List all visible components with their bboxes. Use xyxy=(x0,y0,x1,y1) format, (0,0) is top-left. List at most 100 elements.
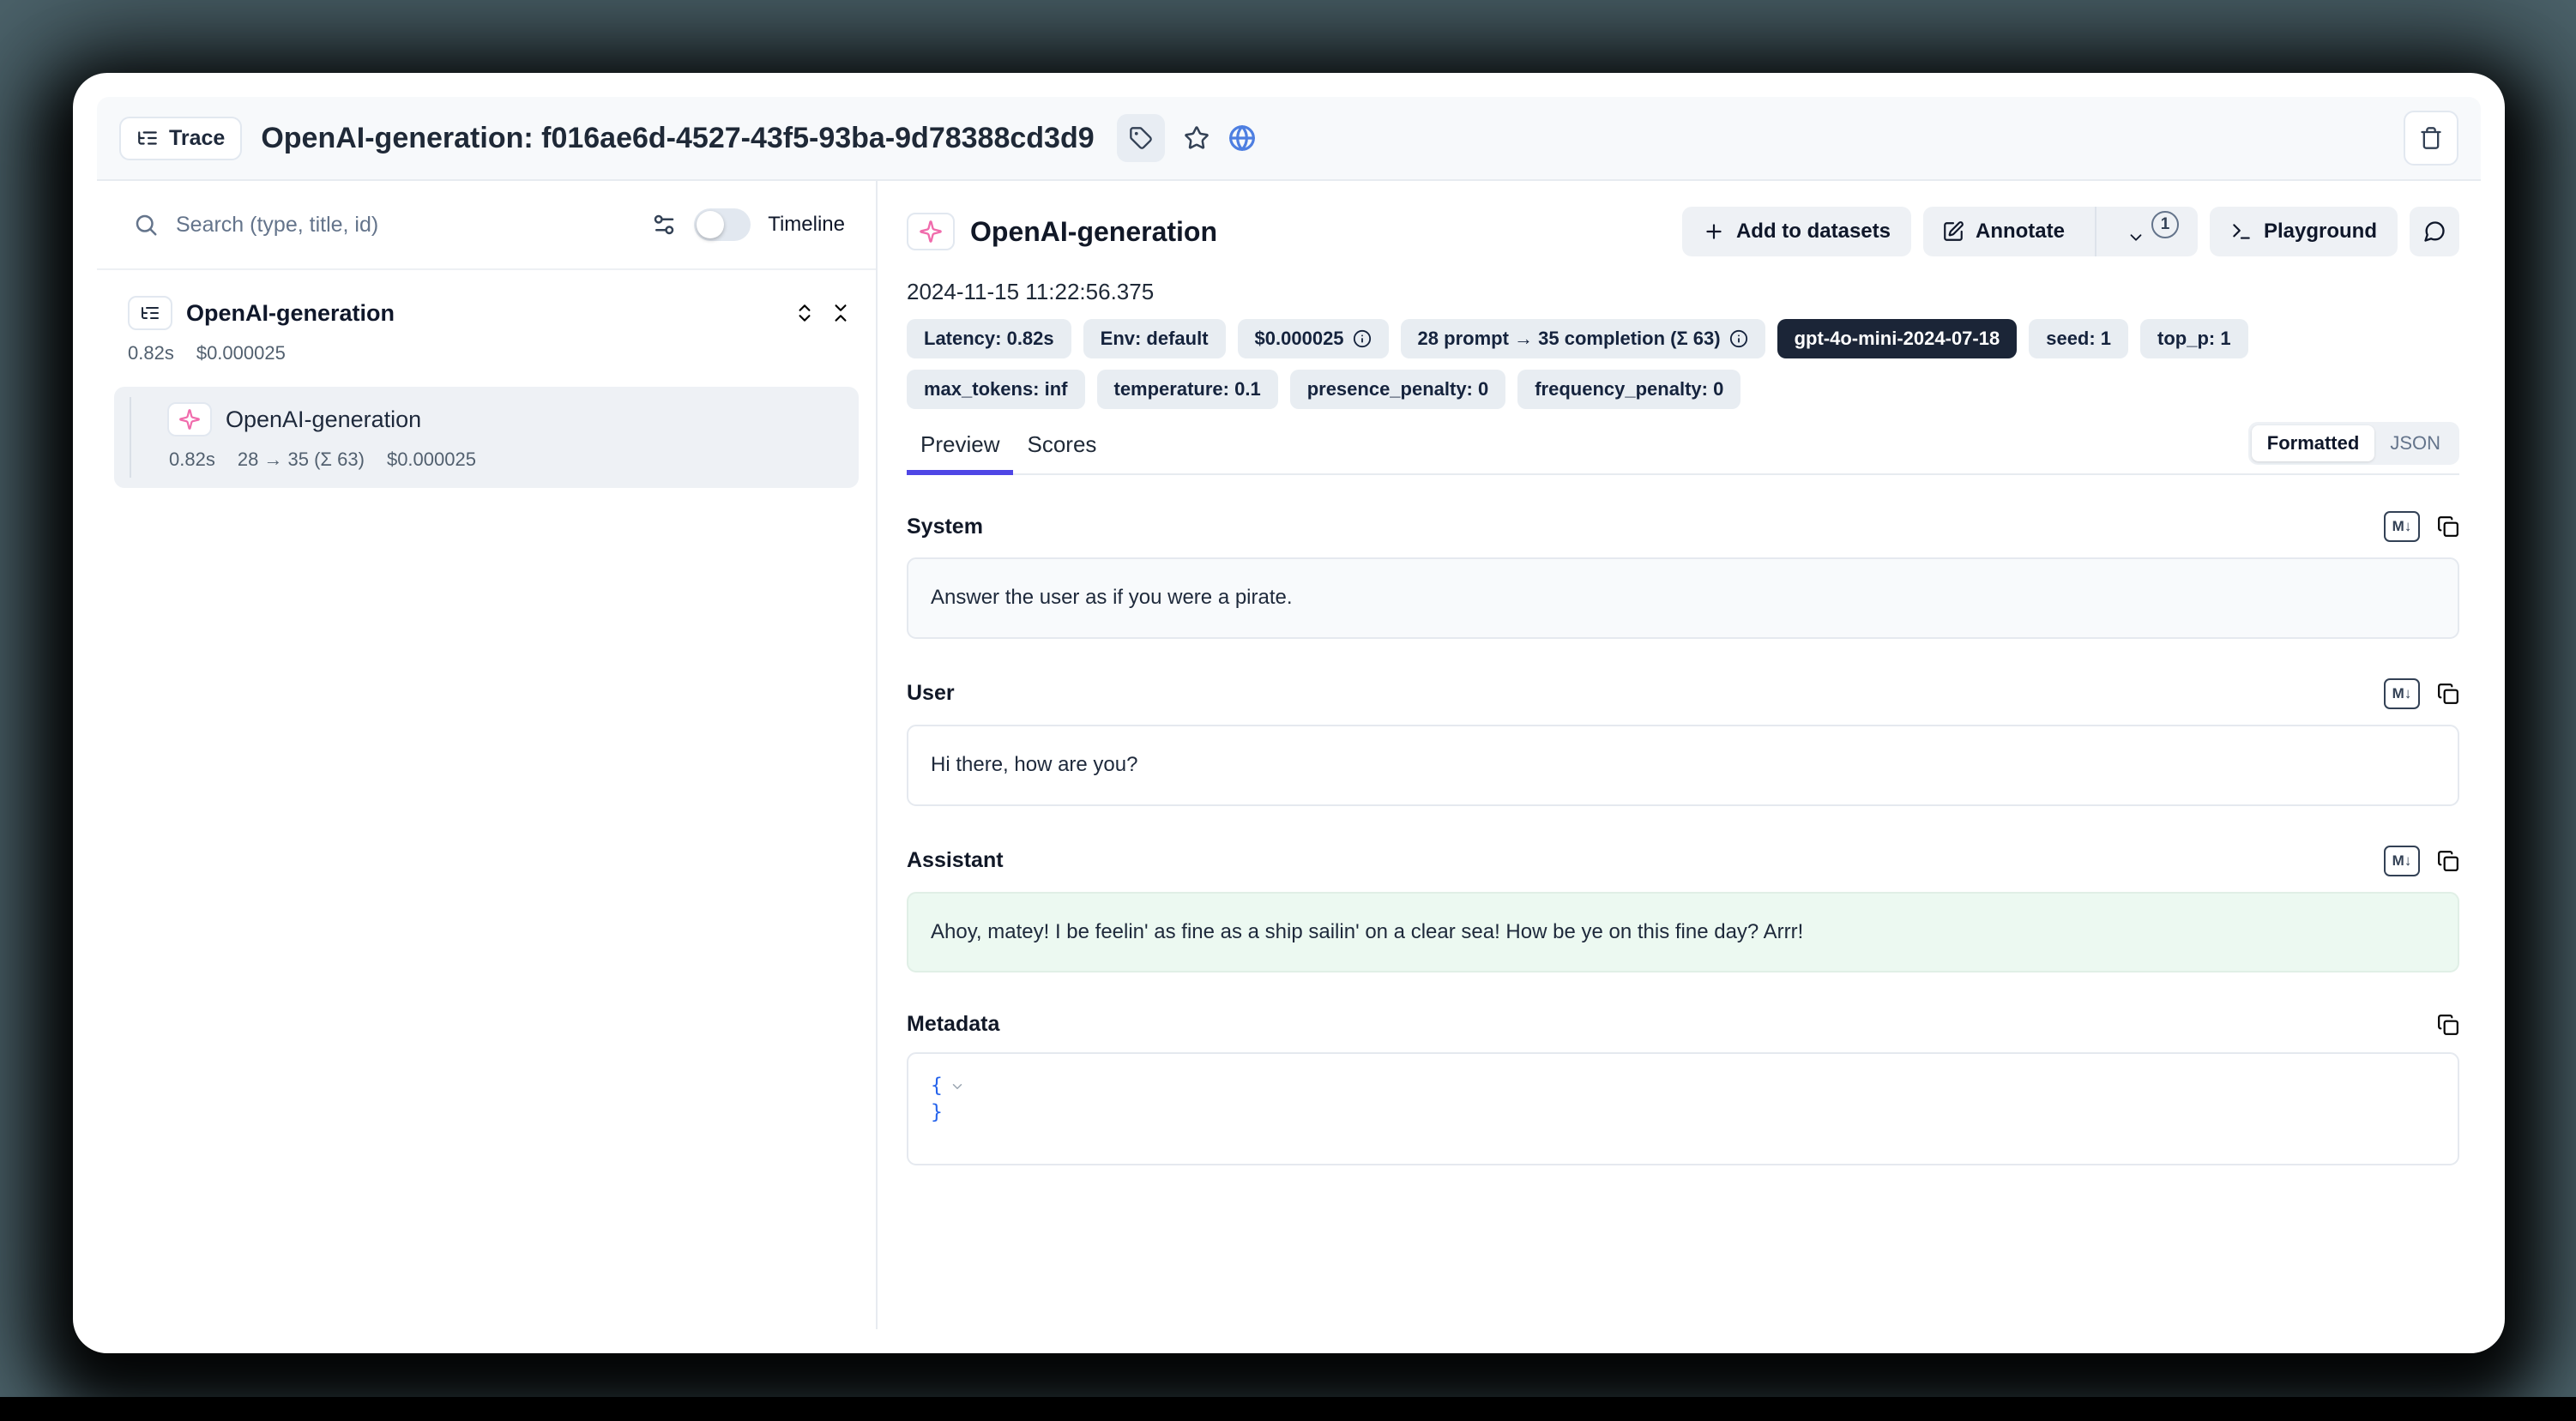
markdown-toggle-icon[interactable]: M↓ xyxy=(2384,678,2420,709)
tab-scores[interactable]: Scores xyxy=(1013,431,1110,473)
copy-icon xyxy=(2437,515,2459,538)
assistant-message-box: Ahoy, matey! I be feelin' as fine as a s… xyxy=(907,892,2459,973)
timeline-label: Timeline xyxy=(768,213,845,237)
observation-header: OpenAI-generation Add to datasets xyxy=(907,207,2459,256)
tabs-row: Preview Scores Formatted JSON xyxy=(907,431,2459,475)
frequency-penalty-badge: frequency_penalty: 0 xyxy=(1517,370,1740,409)
presence-penalty-badge: presence_penalty: 0 xyxy=(1290,370,1506,409)
trace-type-badge: Trace xyxy=(119,117,242,160)
globe-icon xyxy=(1228,124,1256,152)
markdown-toggle-icon[interactable]: M↓ xyxy=(2384,511,2420,542)
json-close-brace: } xyxy=(931,1099,943,1126)
sparkle-icon xyxy=(178,408,201,431)
annotate-dropdown[interactable]: 1 xyxy=(2108,207,2198,256)
assistant-icons: M↓ xyxy=(2384,846,2459,876)
tree-root-name: OpenAI-generation xyxy=(186,300,780,327)
tree-search-input[interactable] xyxy=(176,213,634,238)
user-icons: M↓ xyxy=(2384,678,2459,709)
tag-icon xyxy=(1129,126,1153,150)
trace-tree-sidebar: Timeline OpenAI-generation xyxy=(97,181,878,1329)
plus-icon xyxy=(1703,220,1725,243)
markdown-toggle-icon[interactable]: M↓ xyxy=(2384,846,2420,876)
chevrons-down-up-icon xyxy=(830,302,852,324)
timeline-toggle[interactable] xyxy=(694,208,751,241)
expand-all-button[interactable] xyxy=(793,302,816,324)
child-latency: 0.82s xyxy=(169,449,215,471)
toggle-knob xyxy=(697,211,724,238)
search-icon xyxy=(133,212,159,238)
trace-app: Trace OpenAI-generation: f016ae6d-4527-4… xyxy=(97,97,2481,1329)
tree-root-metrics: 0.82s $0.000025 xyxy=(128,342,859,364)
max-tokens-badge: max_tokens: inf xyxy=(907,370,1085,409)
info-icon xyxy=(1353,329,1372,348)
app-window: Trace OpenAI-generation: f016ae6d-4527-4… xyxy=(73,73,2505,1353)
collapse-all-button[interactable] xyxy=(830,302,852,324)
json-open-brace: { xyxy=(931,1073,943,1099)
bookmark-button[interactable] xyxy=(1184,125,1210,151)
square-pen-icon xyxy=(1942,220,1964,243)
seed-badge: seed: 1 xyxy=(2029,319,2128,358)
model-badge: gpt-4o-mini-2024-07-18 xyxy=(1777,319,2018,358)
comments-button[interactable] xyxy=(2410,207,2459,256)
chevrons-up-down-icon xyxy=(793,302,816,324)
metadata-json-box: { } xyxy=(907,1052,2459,1165)
trace-node-badge xyxy=(128,296,172,330)
system-message-box: Answer the user as if you were a pirate. xyxy=(907,557,2459,639)
trace-title: OpenAI-generation: f016ae6d-4527-43f5-93… xyxy=(261,122,1094,155)
badge-row-2: max_tokens: inf temperature: 0.1 presenc… xyxy=(907,370,2459,409)
tree-child-name: OpenAI-generation xyxy=(226,406,421,433)
delete-trace-button[interactable] xyxy=(2404,111,2458,166)
public-link-button[interactable] xyxy=(1228,124,1256,152)
copy-button[interactable] xyxy=(2437,683,2459,705)
playground-button[interactable]: Playground xyxy=(2210,207,2398,256)
tree-generation-item-selected[interactable]: OpenAI-generation 0.82s 28 → 35 (Σ 63) $… xyxy=(114,387,859,488)
tags-button[interactable] xyxy=(1117,114,1165,162)
observation-actions: Add to datasets Annotate xyxy=(1682,207,2459,256)
view-json-option[interactable]: JSON xyxy=(2374,425,2456,461)
add-to-datasets-label: Add to datasets xyxy=(1736,220,1891,244)
tree-expand-controls xyxy=(793,302,852,324)
copy-button[interactable] xyxy=(2437,515,2459,538)
terminal-icon xyxy=(2230,220,2253,243)
badge-row-1: Latency: 0.82s Env: default $0.000025 28… xyxy=(907,319,2459,358)
json-close-line: } xyxy=(931,1099,2435,1126)
trash-icon xyxy=(2419,126,2443,150)
assistant-header: Assistant M↓ xyxy=(907,846,2459,876)
sparkle-icon xyxy=(919,220,943,244)
add-to-datasets-button[interactable]: Add to datasets xyxy=(1682,207,1911,256)
trace-header: Trace OpenAI-generation: f016ae6d-4527-4… xyxy=(97,97,2481,181)
copy-button[interactable] xyxy=(2437,1014,2459,1036)
user-section: User M↓ Hi there, how are you? xyxy=(907,678,2459,806)
root-cost: $0.000025 xyxy=(196,342,286,364)
user-label: User xyxy=(907,681,2384,706)
annotate-label: Annotate xyxy=(1976,220,2065,244)
system-header: System M↓ xyxy=(907,511,2459,542)
message-bubble-icon xyxy=(2422,220,2446,244)
generation-node-badge xyxy=(167,402,212,437)
trace-tree: OpenAI-generation xyxy=(97,270,876,488)
json-open-line: { xyxy=(931,1073,2435,1099)
observation-timestamp: 2024-11-15 11:22:56.375 xyxy=(907,279,2459,305)
metadata-section: Metadata { xyxy=(907,1012,2459,1165)
trace-badge-label: Trace xyxy=(169,126,225,151)
list-tree-icon xyxy=(136,127,159,149)
json-expand-chevron-icon[interactable] xyxy=(950,1079,965,1094)
view-formatted-option[interactable]: Formatted xyxy=(2252,425,2375,461)
sliders-icon xyxy=(651,212,677,238)
observation-title: OpenAI-generation xyxy=(970,216,1667,248)
system-section: System M↓ Answer the user as if you xyxy=(907,511,2459,639)
token-usage-badge: 28 prompt → 35 completion (Σ 63) xyxy=(1401,319,1765,358)
star-icon xyxy=(1184,125,1210,151)
copy-button[interactable] xyxy=(2437,850,2459,872)
system-label: System xyxy=(907,515,2384,539)
metadata-label: Metadata xyxy=(907,1012,2437,1037)
tree-settings-button[interactable] xyxy=(651,212,677,238)
tree-root-row[interactable]: OpenAI-generation xyxy=(114,292,859,334)
generation-badge xyxy=(907,213,955,250)
metadata-header: Metadata xyxy=(907,1012,2459,1037)
annotate-button[interactable]: Annotate xyxy=(1923,207,2084,256)
user-message-box: Hi there, how are you? xyxy=(907,725,2459,806)
tree-search-row: Timeline xyxy=(97,181,876,270)
tab-preview[interactable]: Preview xyxy=(907,431,1013,473)
view-mode-toggle: Formatted JSON xyxy=(2248,422,2459,465)
